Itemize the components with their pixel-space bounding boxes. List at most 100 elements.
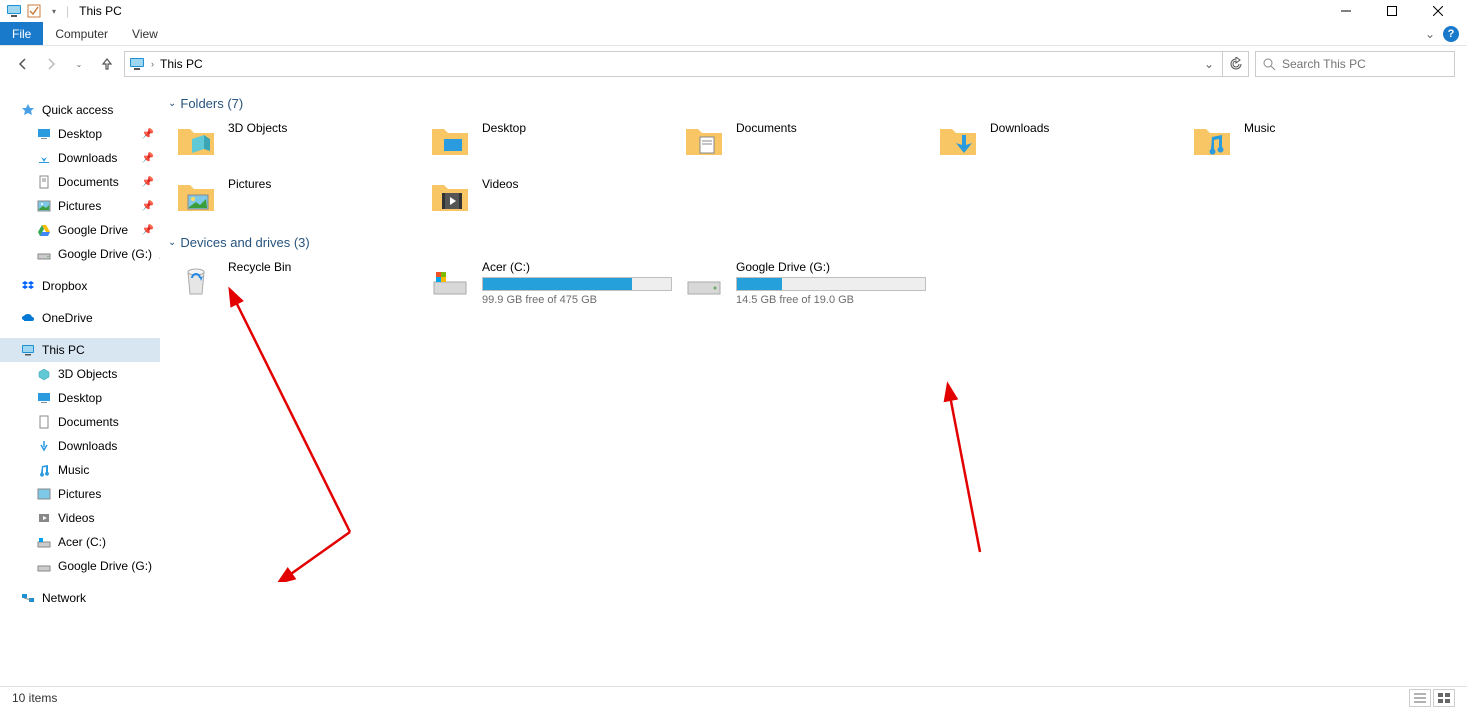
tree-pc-videos[interactable]: Videos <box>0 506 160 530</box>
refresh-button[interactable] <box>1223 51 1249 77</box>
close-button[interactable] <box>1415 0 1461 22</box>
tree-qa-downloads[interactable]: Downloads 📌 <box>0 146 160 170</box>
drive-free-text: 99.9 GB free of 475 GB <box>482 294 672 306</box>
group-header-label: Devices and drives (3) <box>180 235 309 250</box>
folder-label: Music <box>1244 119 1275 135</box>
tree-pc-music[interactable]: Music <box>0 458 160 482</box>
folder-icon <box>174 175 218 219</box>
tab-file[interactable]: File <box>0 22 43 45</box>
group-header-label: Folders (7) <box>180 96 243 111</box>
drive-free-text: 14.5 GB free of 19.0 GB <box>736 294 926 306</box>
tree-label: Music <box>58 463 89 477</box>
address-history-dropdown[interactable]: ⌄ <box>1200 57 1218 71</box>
window-title: This PC <box>79 4 122 18</box>
tree-pc-desktop[interactable]: Desktop <box>0 386 160 410</box>
content-pane: ⌄ Folders (7) 3D Objects Desktop Documen… <box>160 82 1467 686</box>
folder-3d-objects[interactable]: 3D Objects <box>168 115 422 171</box>
chevron-down-icon: ⌄ <box>168 237 176 248</box>
tree-onedrive[interactable]: OneDrive <box>0 306 160 330</box>
drive-google-drive-g[interactable]: Google Drive (G:) 14.5 GB free of 19.0 G… <box>676 254 930 310</box>
tree-pc-documents[interactable]: Documents <box>0 410 160 434</box>
folder-documents[interactable]: Documents <box>676 115 930 171</box>
address-bar[interactable]: › This PC ⌄ <box>124 51 1223 77</box>
drive-icon <box>682 258 726 302</box>
folder-icon <box>428 175 472 219</box>
folder-icon <box>174 119 218 163</box>
back-button[interactable] <box>12 53 34 75</box>
tree-qa-documents[interactable]: Documents 📌 <box>0 170 160 194</box>
tab-view[interactable]: View <box>120 22 170 45</box>
tree-label: Google Drive (G:) <box>58 247 152 261</box>
navigation-bar: ⌄ › This PC ⌄ <box>0 46 1467 82</box>
folder-desktop[interactable]: Desktop <box>422 115 676 171</box>
tree-this-pc[interactable]: This PC <box>0 338 160 362</box>
documents-icon <box>36 414 52 430</box>
tree-pc-acer-c[interactable]: Acer (C:) <box>0 530 160 554</box>
group-header-drives[interactable]: ⌄ Devices and drives (3) <box>168 235 1467 250</box>
maximize-button[interactable] <box>1369 0 1415 22</box>
tree-pc-google-drive-g[interactable]: Google Drive (G:) <box>0 554 160 578</box>
tree-label: Downloads <box>58 439 117 453</box>
drive-icon <box>36 246 52 262</box>
folder-label: 3D Objects <box>228 119 287 135</box>
navigation-pane: Quick access Desktop 📌 Downloads 📌 Docum… <box>0 82 160 686</box>
properties-icon[interactable] <box>26 3 42 19</box>
tree-label: Videos <box>58 511 94 525</box>
pin-icon: 📌 <box>142 129 154 140</box>
drive-acer-c[interactable]: Acer (C:) 99.9 GB free of 475 GB <box>422 254 676 310</box>
desktop-icon <box>36 126 52 142</box>
recycle-bin-label: Recycle Bin <box>228 258 291 274</box>
recent-locations-dropdown[interactable]: ⌄ <box>68 53 90 75</box>
tree-qa-pictures[interactable]: Pictures 📌 <box>0 194 160 218</box>
drive-name: Acer (C:) <box>482 260 672 274</box>
this-pc-icon <box>6 3 22 19</box>
qat-dropdown-icon[interactable]: ▾ <box>46 3 62 19</box>
tree-qa-google-drive[interactable]: Google Drive 📌 <box>0 218 160 242</box>
title-bar: ▾ | This PC <box>0 0 1467 22</box>
folder-icon <box>1190 119 1234 163</box>
recycle-bin[interactable]: Recycle Bin <box>168 254 422 310</box>
search-box[interactable] <box>1255 51 1455 77</box>
folder-downloads[interactable]: Downloads <box>930 115 1184 171</box>
drive-usage-bar <box>736 277 926 291</box>
folder-music[interactable]: Music <box>1184 115 1438 171</box>
quick-access-toolbar: ▾ | <box>6 3 69 19</box>
tab-computer[interactable]: Computer <box>43 22 120 45</box>
view-large-icons-button[interactable] <box>1433 689 1455 707</box>
window-controls <box>1323 0 1461 22</box>
status-bar: 10 items <box>0 686 1467 708</box>
group-header-folders[interactable]: ⌄ Folders (7) <box>168 96 1467 111</box>
tree-pc-downloads[interactable]: Downloads <box>0 434 160 458</box>
view-details-button[interactable] <box>1409 689 1431 707</box>
tree-network[interactable]: Network <box>0 586 160 610</box>
pin-icon: 📌 <box>142 153 154 164</box>
minimize-button[interactable] <box>1323 0 1369 22</box>
tree-label: 3D Objects <box>58 367 117 381</box>
up-button[interactable] <box>96 53 118 75</box>
desktop-icon <box>36 390 52 406</box>
tree-label: Acer (C:) <box>58 535 106 549</box>
tree-pc-pictures[interactable]: Pictures <box>0 482 160 506</box>
folder-pictures[interactable]: Pictures <box>168 171 422 227</box>
tree-dropbox[interactable]: Dropbox <box>0 274 160 298</box>
tree-quick-access[interactable]: Quick access <box>0 98 160 122</box>
folder-label: Desktop <box>482 119 526 135</box>
drive-name: Google Drive (G:) <box>736 260 926 274</box>
onedrive-icon <box>20 310 36 326</box>
ribbon-collapse-icon[interactable]: ⌄ <box>1425 27 1435 41</box>
pin-icon: 📌 <box>142 177 154 188</box>
breadcrumb-chevron-icon[interactable]: › <box>151 59 154 69</box>
forward-button[interactable] <box>40 53 62 75</box>
search-icon <box>1262 57 1276 71</box>
tree-label: Google Drive (G:) <box>58 559 152 573</box>
tree-qa-google-drive-g[interactable]: Google Drive (G:) 📌 <box>0 242 160 266</box>
search-input[interactable] <box>1282 57 1448 71</box>
quick-access-icon <box>20 102 36 118</box>
folder-label: Documents <box>736 119 797 135</box>
help-icon[interactable]: ? <box>1443 26 1459 42</box>
chevron-down-icon: ⌄ <box>168 98 176 109</box>
recycle-bin-icon <box>174 258 218 302</box>
tree-qa-desktop[interactable]: Desktop 📌 <box>0 122 160 146</box>
tree-pc-3d-objects[interactable]: 3D Objects <box>0 362 160 386</box>
folder-videos[interactable]: Videos <box>422 171 676 227</box>
